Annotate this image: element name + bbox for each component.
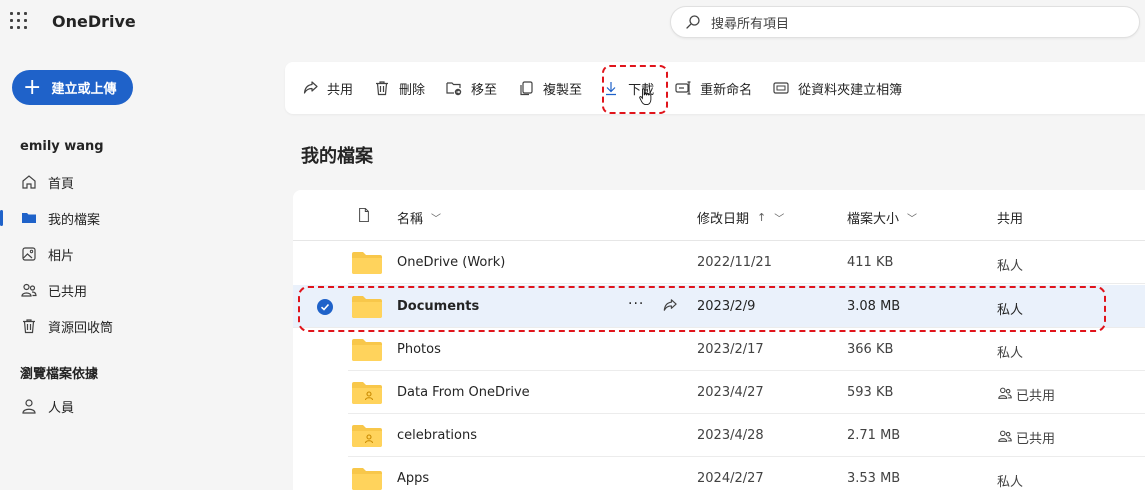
shared-folder-icon bbox=[352, 382, 382, 404]
sidebar-item-label: 我的檔案 bbox=[48, 212, 101, 228]
sidebar-item-label: 資源回收筒 bbox=[48, 320, 114, 336]
sidebar-item-my-files[interactable]: 我的檔案 bbox=[20, 206, 100, 230]
photo-icon bbox=[22, 247, 36, 261]
sharing-status: 私人 bbox=[997, 259, 1024, 274]
file-size: 2.71 MB bbox=[847, 428, 901, 443]
folder-icon bbox=[22, 213, 36, 223]
search-input[interactable]: 搜尋所有項目 bbox=[711, 13, 789, 32]
person-icon bbox=[22, 399, 36, 414]
people-icon bbox=[998, 387, 1012, 399]
table-row[interactable]: Photos 2023/2/17 366 KB 私人 bbox=[348, 328, 1145, 371]
file-name[interactable]: celebrations bbox=[397, 428, 477, 443]
chevron-down-icon: ﹀ bbox=[907, 214, 918, 225]
file-size: 366 KB bbox=[847, 342, 894, 357]
modified-date: 2023/4/27 bbox=[697, 385, 764, 400]
table-row[interactable]: Apps 2024/2/27 3.53 MB 私人 bbox=[348, 457, 1145, 490]
column-header-modified[interactable]: 修改日期 ↑ ﹀ bbox=[697, 208, 784, 227]
page-title: 我的檔案 bbox=[301, 146, 373, 167]
table-row[interactable]: Data From OneDrive 2023/4/27 593 KB 已共用 bbox=[348, 371, 1145, 414]
modified-date: 2023/2/17 bbox=[697, 342, 764, 357]
folder-icon bbox=[352, 252, 382, 274]
file-name[interactable]: Photos bbox=[397, 342, 441, 357]
sidebar-item-people[interactable]: 人員 bbox=[20, 394, 74, 418]
search-box[interactable]: 搜尋所有項目 bbox=[670, 6, 1140, 38]
app-title[interactable]: OneDrive bbox=[52, 12, 136, 31]
rename-button[interactable]: 重新命名 bbox=[674, 73, 752, 103]
modified-date: 2024/2/27 bbox=[697, 471, 764, 486]
trash-icon bbox=[23, 319, 35, 334]
column-header-sharing[interactable]: 共用 bbox=[997, 208, 1023, 227]
home-icon bbox=[22, 175, 36, 189]
folder-move-icon bbox=[446, 82, 462, 96]
file-size: 411 KB bbox=[847, 255, 894, 270]
move-to-button[interactable]: 移至 bbox=[445, 73, 497, 103]
sharing-status: 私人 bbox=[997, 475, 1024, 490]
sort-ascending-icon: ↑ bbox=[757, 211, 767, 224]
chevron-down-icon: ﹀ bbox=[431, 214, 442, 225]
trash-icon bbox=[376, 81, 389, 96]
sidebar-item-recycle-bin[interactable]: 資源回收筒 bbox=[20, 314, 113, 338]
file-name[interactable]: Data From OneDrive bbox=[397, 385, 530, 400]
album-icon bbox=[773, 82, 789, 94]
people-icon bbox=[998, 430, 1012, 442]
selected-row-highlight-annotation bbox=[298, 286, 1106, 332]
command-bar: 共用 刪除 移至 複製至 下載 重新命名 從資料夾建立相簿 bbox=[285, 62, 1145, 114]
folder-icon bbox=[352, 339, 382, 361]
user-name: emily wang bbox=[20, 139, 104, 154]
sidebar-item-label: 首頁 bbox=[48, 176, 75, 192]
file-type-icon[interactable] bbox=[357, 207, 371, 223]
copy-to-button[interactable]: 複製至 bbox=[517, 73, 582, 103]
file-list: 名稱 ﹀ 修改日期 ↑ ﹀ 檔案大小 ﹀ 共用 OneDrive (Work) … bbox=[293, 190, 1145, 490]
download-highlight-annotation bbox=[602, 65, 668, 114]
file-size: 3.53 MB bbox=[847, 471, 901, 486]
copy-icon bbox=[520, 81, 533, 96]
create-upload-button[interactable]: + 建立或上傳 bbox=[12, 70, 133, 105]
rename-icon bbox=[675, 81, 691, 95]
column-header-name[interactable]: 名稱 ﹀ bbox=[397, 208, 441, 227]
sidebar-item-label: 相片 bbox=[48, 248, 75, 264]
chevron-down-icon: ﹀ bbox=[774, 214, 785, 225]
file-name[interactable]: OneDrive (Work) bbox=[397, 255, 505, 270]
sidebar-item-label: 人員 bbox=[48, 400, 75, 416]
modified-date: 2022/11/21 bbox=[697, 255, 772, 270]
sharing-status: 私人 bbox=[997, 346, 1024, 361]
people-icon bbox=[21, 283, 37, 297]
sidebar-item-home[interactable]: 首頁 bbox=[20, 170, 74, 194]
browse-by-header: 瀏覽檔案依據 bbox=[20, 367, 99, 382]
table-row[interactable]: OneDrive (Work) 2022/11/21 411 KB 私人 bbox=[348, 241, 1145, 284]
sidebar-item-label: 已共用 bbox=[48, 284, 88, 300]
search-icon bbox=[686, 15, 700, 29]
sharing-status: 已共用 bbox=[1016, 432, 1056, 447]
table-header: 名稱 ﹀ 修改日期 ↑ ﹀ 檔案大小 ﹀ 共用 bbox=[293, 190, 1145, 241]
sidebar-item-shared[interactable]: 已共用 bbox=[20, 278, 87, 302]
file-size: 593 KB bbox=[847, 385, 894, 400]
delete-button[interactable]: 刪除 bbox=[373, 73, 425, 103]
file-name[interactable]: Apps bbox=[397, 471, 429, 486]
create-album-button[interactable]: 從資料夾建立相簿 bbox=[772, 73, 902, 103]
table-row[interactable]: celebrations 2023/4/28 2.71 MB 已共用 bbox=[348, 414, 1145, 457]
sharing-status: 已共用 bbox=[1016, 389, 1056, 404]
plus-icon: + bbox=[23, 74, 42, 100]
shared-folder-icon bbox=[352, 425, 382, 447]
sidebar-item-photos[interactable]: 相片 bbox=[20, 242, 74, 266]
folder-icon bbox=[352, 468, 382, 490]
modified-date: 2023/4/28 bbox=[697, 428, 764, 443]
active-indicator bbox=[0, 210, 3, 226]
share-button[interactable]: 共用 bbox=[301, 73, 353, 103]
column-header-size[interactable]: 檔案大小 ﹀ bbox=[847, 208, 917, 227]
share-icon bbox=[303, 81, 318, 94]
create-upload-label: 建立或上傳 bbox=[51, 82, 117, 97]
app-launcher-icon[interactable] bbox=[10, 12, 28, 30]
